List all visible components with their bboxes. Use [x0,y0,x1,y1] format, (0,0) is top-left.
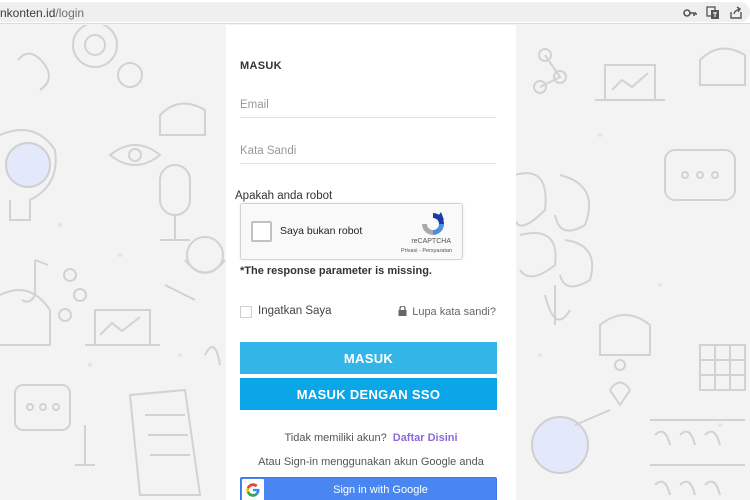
email-input[interactable] [240,92,496,118]
url-text[interactable]: nkonten.id/login [0,6,84,20]
recaptcha-checkbox-label: Saya bukan robot [280,225,363,237]
remember-checkbox[interactable] [240,306,252,318]
key-icon[interactable] [683,6,697,20]
google-signin-label: Sign in with Google [333,484,428,496]
google-signin-note: Atau Sign-in menggunakan akun Google and… [258,456,484,468]
recaptcha-logo-icon [422,212,444,235]
recaptcha-checkbox[interactable] [251,221,272,242]
share-icon[interactable] [729,6,743,20]
forgot-password-label: Lupa kata sandi? [412,306,496,318]
browser-toolbar: nkonten.id/login [0,0,750,24]
url-domain: nkonten.id [0,6,56,20]
forgot-password-link[interactable]: Lupa kata sandi? [398,306,496,318]
password-input[interactable] [240,138,496,164]
lock-icon [398,306,407,316]
translate-icon[interactable] [706,6,720,20]
login-button[interactable]: MASUK [240,342,497,374]
login-title: MASUK [240,60,282,72]
error-message: *The response parameter is missing. [240,265,432,277]
robot-label: Apakah anda robot [235,190,333,202]
recaptcha-links[interactable]: Privasi - Persyaratan [401,248,452,254]
google-signin-button[interactable]: Sign in with Google [240,477,497,500]
signup-prompt-text: Tidak memiliki akun? [284,432,387,444]
login-card: MASUK Apakah anda robot Saya bukan robot… [226,25,516,500]
address-bar[interactable]: nkonten.id/login [0,2,750,22]
remember-label: Ingatkan Saya [258,305,332,317]
recaptcha-widget: Saya bukan robot reCAPTCHA Privasi - Per… [240,203,463,260]
signup-link[interactable]: Daftar Disini [393,432,458,444]
signup-prompt: Tidak memiliki akun? Daftar Disini [226,432,516,444]
recaptcha-brand: reCAPTCHA [411,238,451,245]
sso-login-button[interactable]: MASUK DENGAN SSO [240,378,497,410]
google-logo-icon [242,479,264,500]
url-path: /login [55,6,85,20]
